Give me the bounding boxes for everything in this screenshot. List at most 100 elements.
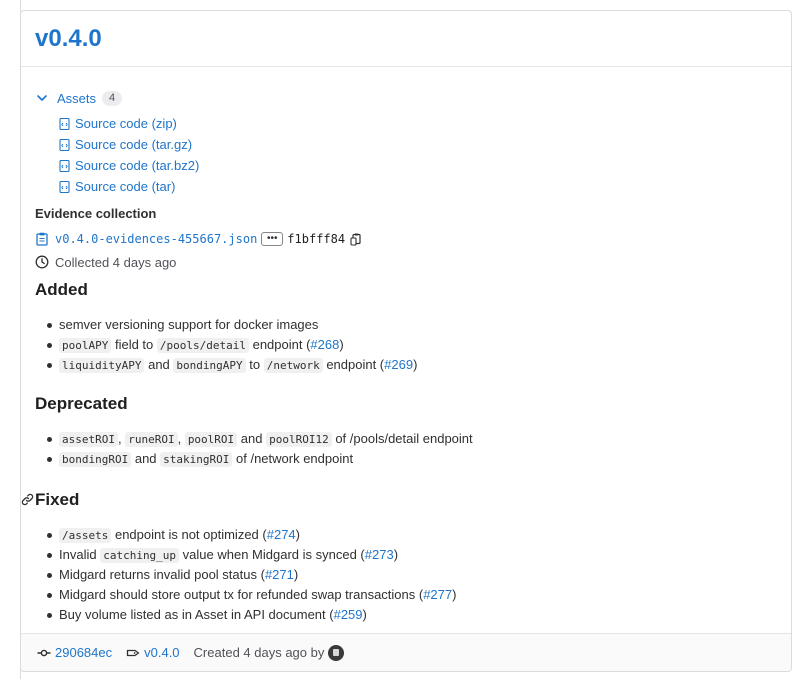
- note-text: ): [413, 357, 418, 372]
- note-text: Buy volume listed as in Asset in API doc…: [59, 607, 334, 622]
- list-item: poolAPY field to /pools/detail endpoint …: [47, 335, 777, 355]
- code-span: /pools/detail: [156, 338, 249, 353]
- issue-link[interactable]: #271: [265, 567, 294, 582]
- tag-icon: [126, 649, 140, 656]
- collected-row: Collected 4 days ago: [35, 253, 777, 271]
- clipboard-icon: [36, 232, 48, 246]
- doc-code-icon: [59, 180, 70, 193]
- note-text: field to: [111, 337, 157, 352]
- note-text: ): [452, 587, 457, 602]
- issue-link[interactable]: #274: [267, 527, 296, 542]
- added-list: semver versioning support for docker ima…: [47, 315, 777, 375]
- note-text: ): [362, 607, 367, 622]
- note-text: ,: [177, 431, 185, 446]
- deprecated-list: assetROI, runeROI, poolROI and poolROI12…: [47, 429, 777, 469]
- note-text: endpoint (: [322, 357, 385, 372]
- tag-link[interactable]: v0.4.0: [144, 645, 179, 660]
- list-item: Midgard returns invalid pool status (#27…: [47, 565, 777, 585]
- issue-link[interactable]: #259: [334, 607, 363, 622]
- evidence-title: Evidence collection: [35, 206, 157, 221]
- asset-item: Source code (tar.gz): [59, 134, 777, 155]
- code-span: /assets: [59, 528, 112, 543]
- list-item: Invalid catching_up value when Midgard i…: [47, 545, 777, 565]
- section-added-heading: Added: [35, 280, 88, 299]
- fixed-list: /assets endpoint is not optimized (#274)…: [47, 525, 777, 625]
- evidence-row: v0.4.0-evidences-455667.json ••• f1bfff8…: [35, 228, 777, 250]
- code-span: poolAPY: [59, 338, 112, 353]
- asset-link-zip[interactable]: Source code (zip): [75, 116, 177, 131]
- issue-link[interactable]: #273: [365, 547, 394, 562]
- code-span: stakingROI: [160, 452, 233, 467]
- issue-link[interactable]: #269: [384, 357, 413, 372]
- asset-item: Source code (tar): [59, 176, 777, 197]
- doc-code-icon: [59, 159, 70, 172]
- list-item: /assets endpoint is not optimized (#274): [47, 525, 777, 545]
- code-span: liquidityAPY: [59, 358, 145, 373]
- issue-link[interactable]: #277: [423, 587, 452, 602]
- note-text: ): [339, 337, 344, 352]
- section-deprecated-heading: Deprecated: [35, 394, 128, 413]
- note-text: ): [293, 567, 299, 582]
- asset-list: Source code (zip) Source code (tar.gz) S…: [59, 113, 777, 197]
- issue-link[interactable]: #268: [310, 337, 339, 352]
- note-text: Midgard returns invalid pool status (: [59, 567, 265, 582]
- section-fixed-heading: Fixed: [21, 487, 777, 513]
- chevron-down-icon: [37, 95, 47, 101]
- assets-count-badge: 4: [102, 90, 123, 106]
- doc-code-icon: [59, 138, 70, 151]
- created-text: Created 4 days ago by: [193, 645, 325, 660]
- note-text: and: [237, 431, 267, 446]
- asset-link-tar-gz[interactable]: Source code (tar.gz): [75, 137, 192, 152]
- note-text: endpoint (: [248, 337, 311, 352]
- note-text: of /network endpoint: [232, 451, 354, 466]
- link-icon[interactable]: [21, 493, 34, 506]
- list-item: liquidityAPY and bondingAPY to /network …: [47, 355, 777, 375]
- assets-label: Assets: [57, 90, 97, 106]
- commit-icon: [37, 649, 51, 656]
- note-text: and: [131, 451, 161, 466]
- release-card: v0.4.0 Assets 4 Source code (zip) Source…: [20, 10, 792, 672]
- asset-item: Source code (zip): [59, 113, 777, 134]
- asset-link-tar-bz2[interactable]: Source code (tar.bz2): [75, 158, 199, 173]
- copy-icon[interactable]: [350, 233, 363, 246]
- note-text: of /pools/detail endpoint: [331, 431, 473, 446]
- release-title-link[interactable]: v0.4.0: [35, 25, 102, 53]
- release-body: Assets 4 Source code (zip) Source code (…: [21, 89, 791, 625]
- code-span: /network: [263, 358, 323, 373]
- list-item: Buy volume listed as in Asset in API doc…: [47, 605, 777, 625]
- commit-link[interactable]: 290684ec: [55, 645, 112, 660]
- note-text: Midgard should store output tx for refun…: [59, 587, 424, 602]
- clock-icon: [35, 255, 49, 269]
- assets-toggle[interactable]: Assets 4: [35, 89, 777, 107]
- release-footer: 290684ec v0.4.0 Created 4 days ago by: [21, 633, 791, 671]
- code-span: poolROI: [184, 432, 238, 447]
- asset-link-tar[interactable]: Source code (tar): [75, 179, 175, 194]
- author-avatar[interactable]: [328, 644, 345, 661]
- code-span: bondingAPY: [173, 358, 246, 373]
- doc-code-icon: [59, 117, 70, 130]
- expand-sha-button[interactable]: •••: [261, 232, 284, 246]
- release-header: v0.4.0: [21, 11, 791, 67]
- list-item: Midgard should store output tx for refun…: [47, 585, 777, 605]
- note-text: value when Midgard is synced (: [179, 547, 365, 562]
- note-text: to: [245, 357, 264, 372]
- note-text: semver versioning support for docker ima…: [59, 317, 319, 332]
- code-span: assetROI: [59, 432, 118, 447]
- note-text: ): [295, 527, 300, 542]
- note-text: ): [393, 547, 399, 562]
- asset-item: Source code (tar.bz2): [59, 155, 777, 176]
- code-span: runeROI: [125, 432, 178, 447]
- code-span: catching_up: [100, 548, 180, 563]
- list-item: semver versioning support for docker ima…: [47, 315, 777, 335]
- code-span: poolROI12: [266, 432, 332, 447]
- code-span: bondingROI: [59, 452, 132, 467]
- note-text: endpoint is not optimized (: [111, 527, 267, 542]
- evidence-sha: f1bfff84: [287, 232, 346, 246]
- list-item: assetROI, runeROI, poolROI and poolROI12…: [47, 429, 777, 449]
- evidence-file-link[interactable]: v0.4.0-evidences-455667.json: [55, 232, 257, 246]
- note-text: and: [144, 357, 174, 372]
- note-text: Invalid: [59, 547, 101, 562]
- fixed-title: Fixed: [35, 490, 80, 509]
- collected-text: Collected 4 days ago: [55, 254, 177, 270]
- list-item: bondingROI and stakingROI of /network en…: [47, 449, 777, 469]
